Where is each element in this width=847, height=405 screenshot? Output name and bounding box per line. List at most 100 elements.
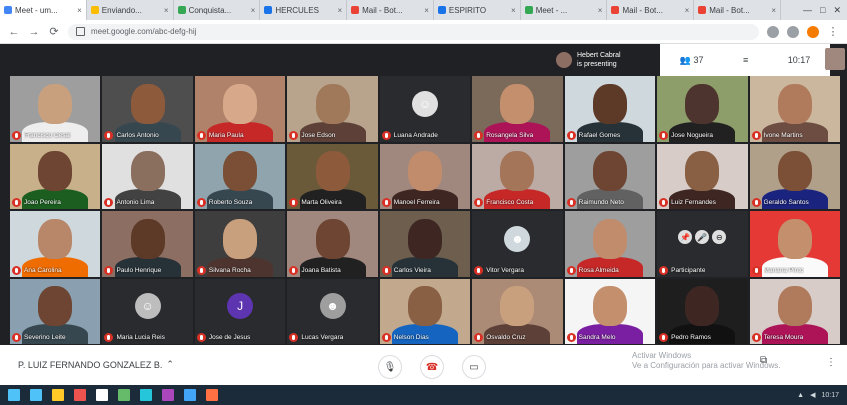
participant-tile[interactable]: Geraldo Santos [749,143,840,209]
people-button[interactable]: 👥 37 [680,55,704,66]
participant-tile[interactable]: Joana Batista [287,211,378,277]
participant-tile[interactable]: Severino Leite [10,278,101,344]
hang-up-button[interactable]: ☎ [420,355,444,379]
participant-name: Carlos Vieira [393,266,431,274]
chat-icon[interactable]: ≡ [743,55,748,65]
profile-avatar[interactable] [807,25,819,38]
taskbar-app-icon[interactable] [206,389,218,401]
participant-tile[interactable]: Joao Pereira [10,143,101,209]
close-tab-icon[interactable]: × [685,6,690,15]
participant-video [777,151,812,191]
browser-tab[interactable]: Mail - Bot... × [694,0,782,20]
taskbar-clock[interactable]: 10:17 [821,392,839,399]
participant-tile[interactable]: Ana Carolina [10,211,101,277]
participant-tile[interactable]: Jose Nogueira [657,76,748,142]
participant-tile[interactable]: Mariana Pinto [749,211,840,277]
camera-button[interactable]: ▭ [462,355,486,379]
participant-name: Maria Lucia Reis [116,334,165,341]
browser-tab[interactable]: Conquista... × [174,0,261,20]
extension-icon[interactable] [787,25,799,38]
minimize-icon[interactable]: — [803,5,812,15]
close-window-icon[interactable]: ✕ [833,5,841,16]
taskbar-app-icon[interactable] [74,389,86,401]
taskbar-app-icon[interactable] [162,389,174,401]
maximize-icon[interactable]: □ [820,5,825,15]
presenter-indicator[interactable]: Hebert Cabral is presenting [556,48,656,72]
close-tab-icon[interactable]: × [77,6,82,15]
browser-tab[interactable]: Mail - Bot... × [347,0,434,20]
browser-tab[interactable]: Mail - Bot... × [607,0,695,20]
close-tab-icon[interactable]: × [164,6,169,15]
participant-tile[interactable]: Pedro Ramos [657,278,748,344]
forward-icon[interactable]: → [28,26,40,38]
taskbar-app-icon[interactable] [52,389,64,401]
participant-tile[interactable]: Jose Edson [287,76,378,142]
browser-tab[interactable]: ESPIRITO × [434,0,521,20]
participant-tile[interactable]: Maria Paula [194,76,286,142]
participant-tile[interactable]: Teresa Moura [749,278,840,344]
participant-video [407,151,442,191]
participant-tile[interactable]: 📌 🎤 ⊖ Participante [657,211,748,277]
browser-tab[interactable]: Enviando... × [87,0,174,20]
microphone-button[interactable]: 🎙 [378,355,402,379]
mute-icon[interactable]: 🎤 [695,230,710,245]
participant-tile[interactable]: Manoel Ferreira [379,143,471,209]
close-tab-icon[interactable]: × [424,6,429,15]
participant-tile[interactable]: Sandra Melo [564,278,656,344]
reload-icon[interactable]: ⟳ [48,25,60,38]
close-tab-icon[interactable]: × [511,6,516,15]
remove-icon[interactable]: ⊖ [712,230,727,245]
participant-tile[interactable]: Rosa Almeida [564,211,656,277]
pin-icon[interactable]: 📌 [678,230,693,245]
close-tab-icon[interactable]: × [337,6,342,15]
participant-tile[interactable]: Antonio Lima [102,143,193,209]
participant-tile[interactable]: Paulo Henrique [102,211,193,277]
browser-menu-icon[interactable]: ⋮ [827,25,839,38]
extension-icon[interactable] [767,25,779,38]
close-tab-icon[interactable]: × [771,6,776,15]
taskbar-app-icon[interactable] [118,389,130,401]
participant-tile[interactable]: Rosangela Silva [472,76,563,142]
participant-tile[interactable]: ☺ Maria Lucia Reis [102,278,193,344]
mic-muted-icon [104,333,114,342]
participant-tile[interactable]: Roberto Souza [194,143,286,209]
address-bar[interactable]: meet.google.com/abc-defg-hij [68,23,759,40]
participant-tile[interactable]: Rafael Gomes [564,76,656,142]
browser-tab[interactable]: Meet - ... × [521,0,608,20]
self-view-thumbnail[interactable] [825,48,845,70]
participant-tile[interactable]: Carlos Antonio [102,76,193,142]
mic-muted-icon [12,198,21,207]
taskbar-app-icon[interactable] [30,389,42,401]
participant-tile[interactable]: ☺ Luana Andrade [379,76,471,142]
wifi-icon[interactable]: ▲ [797,392,804,399]
participant-tile[interactable]: Francisco Cesar [10,76,101,142]
close-tab-icon[interactable]: × [251,6,256,15]
back-icon[interactable]: ← [8,26,20,38]
participant-video [777,286,812,326]
participant-label: Nelson Dias [381,333,468,342]
participant-tile[interactable]: ☻ Vitor Vergara [472,211,563,277]
browser-tab[interactable]: Meet - um... × [0,0,87,20]
volume-icon[interactable]: ◀ [810,391,815,399]
start-button[interactable] [8,389,20,401]
captions-button[interactable]: ⧉ [760,355,767,366]
taskbar-app-icon[interactable] [184,389,196,401]
participant-tile[interactable]: Marta Oliveira [287,143,378,209]
participant-tile[interactable]: Carlos Vieira [379,211,471,277]
more-options-icon[interactable]: ⋮ [826,357,836,368]
participant-tile[interactable]: J Jose de Jesus [194,278,286,344]
participant-tile[interactable]: Raimundo Neto [564,143,656,209]
participant-tile[interactable]: ☻ Lucas Vergara [287,278,378,344]
participant-tile[interactable]: Luiz Fernandes [657,143,748,209]
browser-tab[interactable]: HERCULES × [260,0,348,20]
participant-tile[interactable]: Nelson Dias [379,278,471,344]
participant-tile[interactable]: Ivone Martins [749,76,840,142]
participant-tile[interactable]: Silvana Rocha [194,211,286,277]
meeting-details-button[interactable]: P. LUIZ FERNANDO GONZALEZ B. ⌃ [18,359,174,370]
taskbar-app-icon[interactable] [140,389,152,401]
close-tab-icon[interactable]: × [598,6,603,15]
participant-video [685,83,720,124]
participant-tile[interactable]: Osvaldo Cruz [472,278,563,344]
participant-tile[interactable]: Francisco Costa [472,143,563,209]
taskbar-app-icon[interactable] [96,389,108,401]
